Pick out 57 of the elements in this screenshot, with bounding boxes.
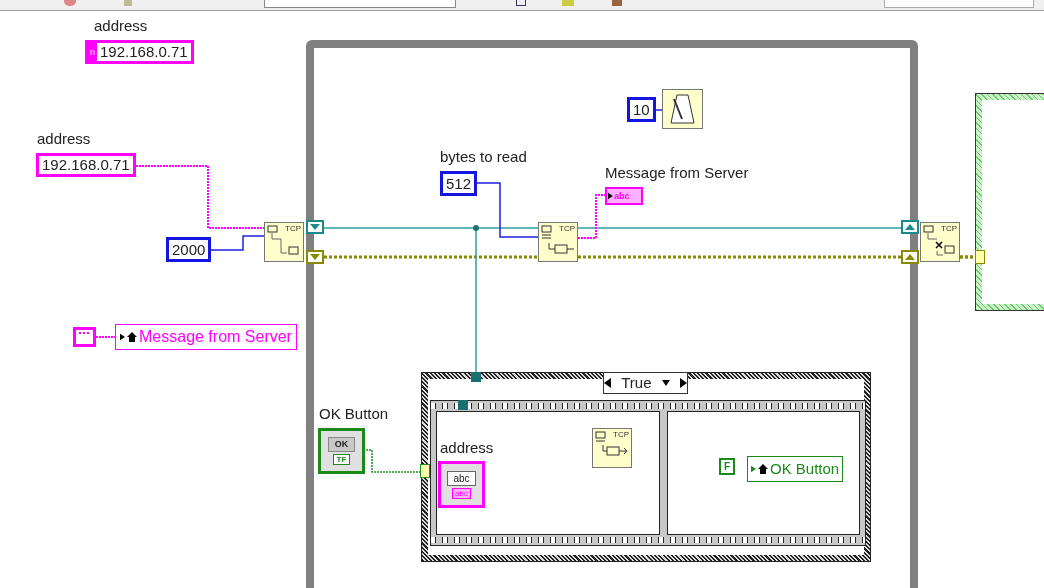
label: bytes to read bbox=[440, 148, 527, 166]
numeric-constant: 10 bbox=[627, 97, 656, 122]
wire bbox=[209, 235, 265, 251]
tunnel-icon bbox=[471, 372, 481, 382]
numeric-constant: 512 bbox=[440, 171, 478, 196]
wire bbox=[365, 449, 421, 473]
arrow-icon bbox=[608, 192, 613, 200]
variable-name: Message from Server bbox=[139, 327, 292, 347]
text-field: abc bbox=[447, 470, 476, 486]
house-icon bbox=[758, 464, 768, 474]
string-constant: 192.168.0.71 bbox=[36, 153, 136, 177]
ok-button: OK bbox=[327, 437, 356, 452]
shift-register-icon bbox=[306, 220, 324, 234]
increment-arrow-icon[interactable] bbox=[680, 378, 687, 388]
display-style-label: n bbox=[88, 43, 97, 61]
label: Message from Server bbox=[605, 164, 749, 182]
type-label: TF bbox=[332, 454, 351, 465]
metronome-icon bbox=[662, 89, 703, 129]
tcp-function-node[interactable]: TCP bbox=[264, 222, 304, 262]
selector-tunnel bbox=[420, 464, 430, 478]
empty-string-constant-icon bbox=[73, 327, 96, 347]
tool-icon[interactable] bbox=[516, 0, 526, 6]
decrement-arrow-icon[interactable] bbox=[604, 378, 611, 388]
numeric-constant: 2000 bbox=[166, 237, 212, 262]
case-value: True bbox=[621, 374, 652, 392]
local-variable[interactable]: OK Button bbox=[747, 456, 844, 482]
house-icon bbox=[127, 332, 137, 342]
arrow-icon bbox=[751, 465, 756, 473]
node-label: TCP bbox=[941, 224, 957, 233]
network-icon bbox=[923, 225, 957, 259]
string-control-terminal[interactable]: abc abc bbox=[438, 461, 485, 508]
label: address bbox=[37, 130, 91, 148]
selector-tunnel bbox=[975, 250, 985, 264]
constant-value: 192.168.0.71 bbox=[99, 43, 189, 61]
type-label: abc bbox=[452, 487, 471, 499]
label: address bbox=[440, 439, 494, 457]
node-label: TCP bbox=[559, 224, 575, 233]
variable-name: OK Button bbox=[770, 459, 840, 479]
boolean-control-terminal[interactable]: OK TF bbox=[318, 428, 365, 474]
type-label: abc bbox=[614, 191, 630, 201]
boolean-constant: F bbox=[719, 458, 736, 475]
node-label: TCP bbox=[613, 430, 629, 439]
node-label: TCP bbox=[285, 224, 301, 233]
label: OK Button bbox=[319, 405, 389, 423]
arrow-icon bbox=[120, 333, 125, 341]
wire bbox=[95, 336, 116, 338]
tunnel-icon bbox=[458, 400, 468, 410]
label: address bbox=[94, 17, 148, 35]
dropdown-caret-icon[interactable] bbox=[661, 380, 670, 386]
tcp-function-node[interactable]: TCP bbox=[920, 222, 960, 262]
shift-register-icon bbox=[306, 250, 324, 264]
case-selector[interactable]: True bbox=[603, 372, 688, 394]
wire-junction bbox=[473, 225, 479, 231]
tcp-function-node[interactable]: TCP bbox=[538, 222, 578, 262]
shift-register-icon bbox=[901, 220, 919, 234]
shift-register-icon bbox=[901, 250, 919, 264]
tcp-function-node[interactable]: TCP bbox=[592, 428, 632, 468]
